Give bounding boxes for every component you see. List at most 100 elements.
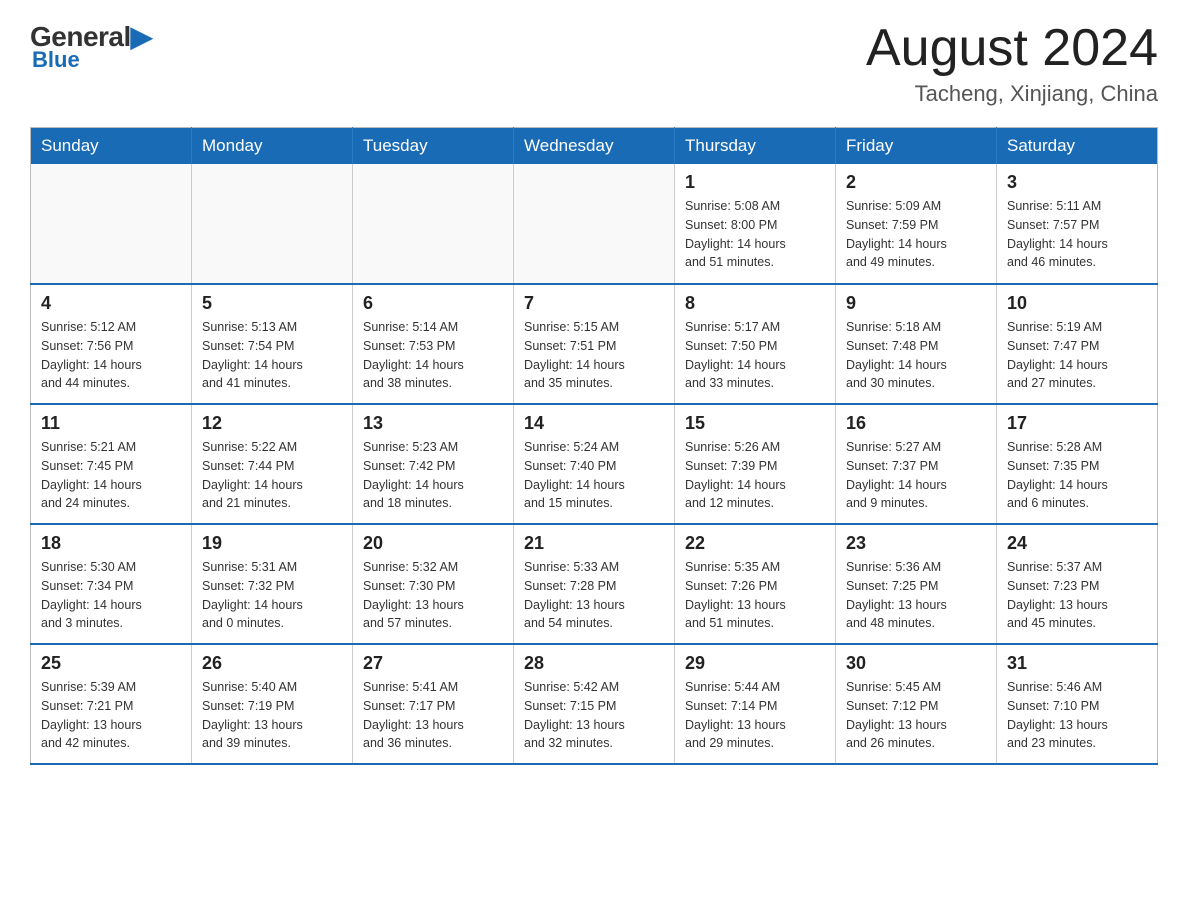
day-info: Sunrise: 5:37 AMSunset: 7:23 PMDaylight:… <box>1007 558 1147 633</box>
calendar-day-cell <box>514 164 675 284</box>
calendar-day-cell <box>31 164 192 284</box>
calendar-day-cell: 30 Sunrise: 5:45 AMSunset: 7:12 PMDayligh… <box>836 644 997 764</box>
calendar-day-cell: 7 Sunrise: 5:15 AMSunset: 7:51 PMDaylight… <box>514 284 675 404</box>
calendar-day-cell: 23 Sunrise: 5:36 AMSunset: 7:25 PMDayligh… <box>836 524 997 644</box>
day-info: Sunrise: 5:12 AMSunset: 7:56 PMDaylight:… <box>41 318 181 393</box>
logo: General▶ Blue <box>30 20 152 73</box>
day-info: Sunrise: 5:14 AMSunset: 7:53 PMDaylight:… <box>363 318 503 393</box>
calendar-day-cell: 20Sunrise: 5:32 AMSunset: 7:30 PMDayligh… <box>353 524 514 644</box>
month-year-title: August 2024 <box>866 20 1158 77</box>
day-number: 11 <box>41 413 181 434</box>
calendar-day-cell: 19Sunrise: 5:31 AMSunset: 7:32 PMDayligh… <box>192 524 353 644</box>
calendar-header-row: SundayMondayTuesdayWednesdayThursdayFrid… <box>31 128 1158 165</box>
day-number: 17 <box>1007 413 1147 434</box>
day-number: 28 <box>524 653 664 674</box>
calendar-day-cell: 14Sunrise: 5:24 AMSunset: 7:40 PMDayligh… <box>514 404 675 524</box>
calendar-day-cell: 25Sunrise: 5:39 AMSunset: 7:21 PMDayligh… <box>31 644 192 764</box>
day-number: 5 <box>202 293 342 314</box>
calendar-day-header: Sunday <box>31 128 192 165</box>
day-number: 4 <box>41 293 181 314</box>
day-info: Sunrise: 5:18 AMSunset: 7:48 PMDaylight:… <box>846 318 986 393</box>
day-number: 20 <box>363 533 503 554</box>
calendar-day-cell: 3 Sunrise: 5:11 AMSunset: 7:57 PMDaylight… <box>997 164 1158 284</box>
day-number: 21 <box>524 533 664 554</box>
day-info: Sunrise: 5:44 AMSunset: 7:14 PMDaylight:… <box>685 678 825 753</box>
calendar-week-row: 11 Sunrise: 5:21 AMSunset: 7:45 PMDayligh… <box>31 404 1158 524</box>
day-number: 12 <box>202 413 342 434</box>
calendar-day-cell: 4 Sunrise: 5:12 AMSunset: 7:56 PMDaylight… <box>31 284 192 404</box>
calendar-day-header: Wednesday <box>514 128 675 165</box>
calendar-day-cell: 10 Sunrise: 5:19 AMSunset: 7:47 PMDayligh… <box>997 284 1158 404</box>
day-info: Sunrise: 5:08 AMSunset: 8:00 PMDaylight:… <box>685 197 825 272</box>
day-info: Sunrise: 5:46 AMSunset: 7:10 PMDaylight:… <box>1007 678 1147 753</box>
day-number: 7 <box>524 293 664 314</box>
calendar-day-header: Monday <box>192 128 353 165</box>
logo-triangle-icon: ▶ <box>131 21 152 52</box>
calendar-day-cell <box>192 164 353 284</box>
day-number: 22 <box>685 533 825 554</box>
day-number: 16 <box>846 413 986 434</box>
day-info: Sunrise: 5:28 AMSunset: 7:35 PMDaylight:… <box>1007 438 1147 513</box>
calendar-day-cell: 9 Sunrise: 5:18 AMSunset: 7:48 PMDaylight… <box>836 284 997 404</box>
calendar-day-cell: 16 Sunrise: 5:27 AMSunset: 7:37 PMDayligh… <box>836 404 997 524</box>
day-number: 3 <box>1007 172 1147 193</box>
day-info: Sunrise: 5:22 AMSunset: 7:44 PMDaylight:… <box>202 438 342 513</box>
calendar-day-cell: 2 Sunrise: 5:09 AMSunset: 7:59 PMDaylight… <box>836 164 997 284</box>
calendar-day-cell <box>353 164 514 284</box>
day-info: Sunrise: 5:45 AMSunset: 7:12 PMDaylight:… <box>846 678 986 753</box>
day-info: Sunrise: 5:09 AMSunset: 7:59 PMDaylight:… <box>846 197 986 272</box>
day-number: 29 <box>685 653 825 674</box>
day-number: 23 <box>846 533 986 554</box>
title-section: August 2024 Tacheng, Xinjiang, China <box>866 20 1158 107</box>
day-number: 6 <box>363 293 503 314</box>
day-number: 30 <box>846 653 986 674</box>
day-number: 26 <box>202 653 342 674</box>
calendar-week-row: 1 Sunrise: 5:08 AMSunset: 8:00 PMDaylight… <box>31 164 1158 284</box>
location-subtitle: Tacheng, Xinjiang, China <box>866 81 1158 107</box>
calendar-day-cell: 29 Sunrise: 5:44 AMSunset: 7:14 PMDayligh… <box>675 644 836 764</box>
calendar-day-cell: 11 Sunrise: 5:21 AMSunset: 7:45 PMDayligh… <box>31 404 192 524</box>
day-number: 2 <box>846 172 986 193</box>
calendar-day-cell: 24 Sunrise: 5:37 AMSunset: 7:23 PMDayligh… <box>997 524 1158 644</box>
calendar-week-row: 4 Sunrise: 5:12 AMSunset: 7:56 PMDaylight… <box>31 284 1158 404</box>
day-number: 19 <box>202 533 342 554</box>
day-number: 27 <box>363 653 503 674</box>
day-info: Sunrise: 5:41 AMSunset: 7:17 PMDaylight:… <box>363 678 503 753</box>
day-number: 15 <box>685 413 825 434</box>
day-number: 13 <box>363 413 503 434</box>
calendar-day-cell: 21 Sunrise: 5:33 AMSunset: 7:28 PMDayligh… <box>514 524 675 644</box>
day-number: 14 <box>524 413 664 434</box>
day-info: Sunrise: 5:15 AMSunset: 7:51 PMDaylight:… <box>524 318 664 393</box>
day-number: 9 <box>846 293 986 314</box>
calendar-day-cell: 8Sunrise: 5:17 AMSunset: 7:50 PMDaylight… <box>675 284 836 404</box>
day-info: Sunrise: 5:30 AMSunset: 7:34 PMDaylight:… <box>41 558 181 633</box>
calendar-day-cell: 22Sunrise: 5:35 AMSunset: 7:26 PMDayligh… <box>675 524 836 644</box>
day-info: Sunrise: 5:27 AMSunset: 7:37 PMDaylight:… <box>846 438 986 513</box>
day-number: 31 <box>1007 653 1147 674</box>
calendar-day-cell: 27 Sunrise: 5:41 AMSunset: 7:17 PMDayligh… <box>353 644 514 764</box>
calendar-table: SundayMondayTuesdayWednesdayThursdayFrid… <box>30 127 1158 765</box>
day-info: Sunrise: 5:21 AMSunset: 7:45 PMDaylight:… <box>41 438 181 513</box>
calendar-day-cell: 5 Sunrise: 5:13 AMSunset: 7:54 PMDaylight… <box>192 284 353 404</box>
calendar-day-cell: 31 Sunrise: 5:46 AMSunset: 7:10 PMDayligh… <box>997 644 1158 764</box>
day-info: Sunrise: 5:23 AMSunset: 7:42 PMDaylight:… <box>363 438 503 513</box>
calendar-day-cell: 26 Sunrise: 5:40 AMSunset: 7:19 PMDayligh… <box>192 644 353 764</box>
calendar-day-cell: 13 Sunrise: 5:23 AMSunset: 7:42 PMDayligh… <box>353 404 514 524</box>
calendar-week-row: 18Sunrise: 5:30 AMSunset: 7:34 PMDayligh… <box>31 524 1158 644</box>
calendar-day-header: Saturday <box>997 128 1158 165</box>
calendar-day-cell: 1 Sunrise: 5:08 AMSunset: 8:00 PMDaylight… <box>675 164 836 284</box>
day-info: Sunrise: 5:40 AMSunset: 7:19 PMDaylight:… <box>202 678 342 753</box>
day-number: 1 <box>685 172 825 193</box>
calendar-day-cell: 15Sunrise: 5:26 AMSunset: 7:39 PMDayligh… <box>675 404 836 524</box>
day-info: Sunrise: 5:19 AMSunset: 7:47 PMDaylight:… <box>1007 318 1147 393</box>
day-number: 24 <box>1007 533 1147 554</box>
day-info: Sunrise: 5:36 AMSunset: 7:25 PMDaylight:… <box>846 558 986 633</box>
day-info: Sunrise: 5:13 AMSunset: 7:54 PMDaylight:… <box>202 318 342 393</box>
day-number: 10 <box>1007 293 1147 314</box>
day-number: 25 <box>41 653 181 674</box>
calendar-day-header: Thursday <box>675 128 836 165</box>
day-info: Sunrise: 5:42 AMSunset: 7:15 PMDaylight:… <box>524 678 664 753</box>
day-info: Sunrise: 5:33 AMSunset: 7:28 PMDaylight:… <box>524 558 664 633</box>
day-number: 8 <box>685 293 825 314</box>
day-info: Sunrise: 5:11 AMSunset: 7:57 PMDaylight:… <box>1007 197 1147 272</box>
